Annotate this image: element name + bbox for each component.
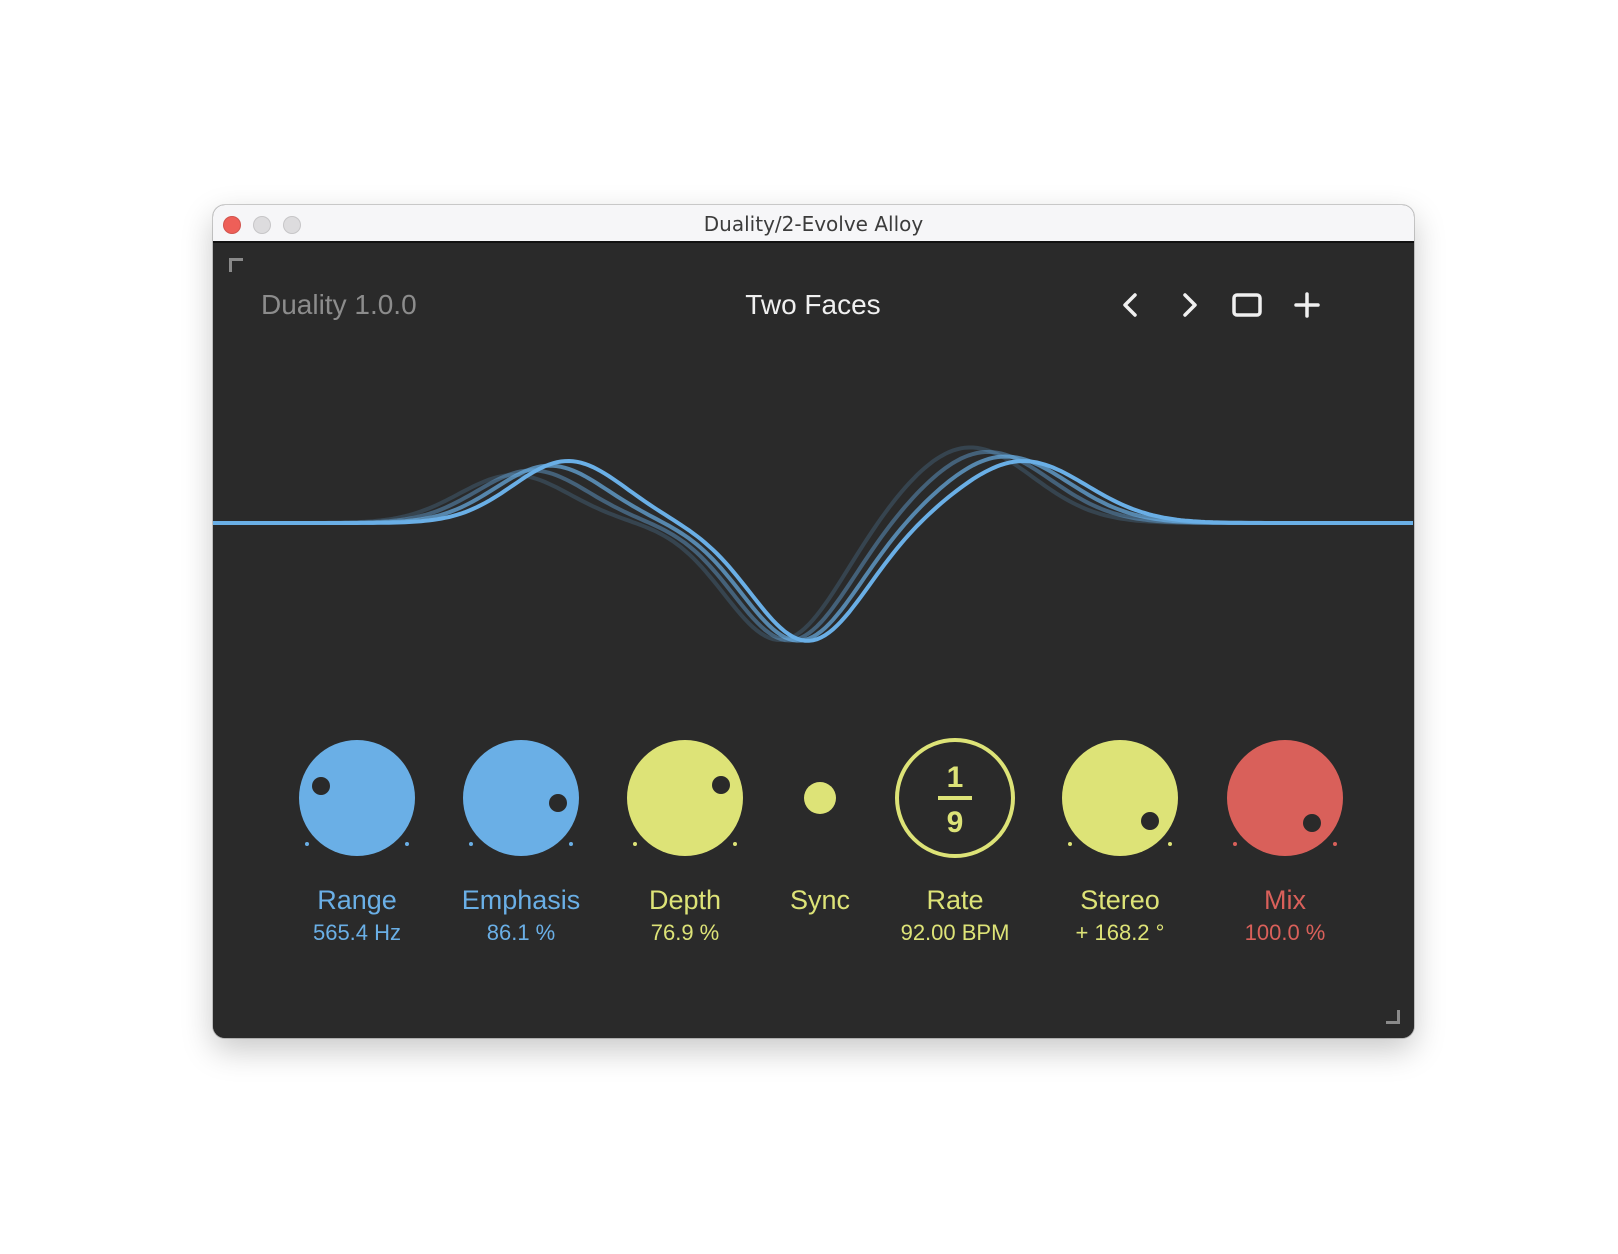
rate-denominator: 9: [947, 806, 964, 839]
title-bar: Duality/2-Evolve Alloy: [213, 205, 1414, 243]
window-mode-button[interactable]: [1229, 287, 1265, 323]
plus-icon: [1294, 292, 1320, 318]
emphasis-value: 86.1 %: [486, 920, 556, 945]
previous-preset-button[interactable]: [1113, 287, 1149, 323]
range-value: 565.4 Hz: [312, 920, 402, 945]
rate-numerator: 1: [947, 761, 964, 794]
chevron-right-icon: [1183, 293, 1197, 317]
emphasis-label: Emphasis: [461, 885, 581, 915]
corner-bracket-icon: [229, 258, 243, 272]
curve-line-back-3: [213, 445, 1413, 643]
mix-value: 100.0 %: [1244, 920, 1326, 945]
range-knob[interactable]: [277, 733, 437, 873]
depth-value: 76.9 %: [650, 920, 720, 945]
range-label: Range: [317, 885, 397, 915]
stereo-control: Stereo + 168.2 °: [1040, 733, 1200, 945]
emphasis-knob[interactable]: [441, 733, 601, 873]
rate-control: 1 9 Rate 92.00 BPM: [875, 733, 1035, 945]
mix-control: Mix 100.0 %: [1205, 733, 1365, 945]
range-control: Range 565.4 Hz: [277, 733, 437, 945]
curve-line-back-1: [213, 454, 1413, 643]
preset-name[interactable]: Two Faces: [613, 289, 1013, 321]
plugin-window: Duality/2-Evolve Alloy Duality 1.0.0 Two…: [213, 205, 1414, 1038]
curve-line-main: [213, 458, 1413, 643]
resize-handle[interactable]: [1386, 1010, 1400, 1024]
add-preset-button[interactable]: [1289, 287, 1325, 323]
version-label: Duality 1.0.0: [261, 289, 417, 320]
next-preset-button[interactable]: [1171, 287, 1207, 323]
mix-label: Mix: [1264, 885, 1306, 915]
emphasis-control: Emphasis 86.1 %: [441, 733, 601, 945]
mix-knob[interactable]: [1205, 733, 1365, 873]
rate-value: 92.00 BPM: [900, 920, 1010, 945]
stereo-knob[interactable]: [1040, 733, 1200, 873]
response-curve: [213, 445, 1413, 643]
window-icon: [1232, 293, 1262, 317]
plugin-panel: Duality 1.0.0 Two Faces Range 565.4 Hz E…: [213, 243, 1414, 1038]
rate-label: Rate: [926, 885, 984, 915]
chevron-left-icon: [1123, 293, 1137, 317]
stereo-label: Stereo: [1080, 885, 1160, 915]
window-title: Duality/2-Evolve Alloy: [703, 212, 924, 236]
curve-line-back-2: [213, 449, 1413, 643]
rate-selector[interactable]: 1 9: [875, 733, 1035, 873]
stereo-value: + 168.2 °: [1075, 920, 1165, 945]
